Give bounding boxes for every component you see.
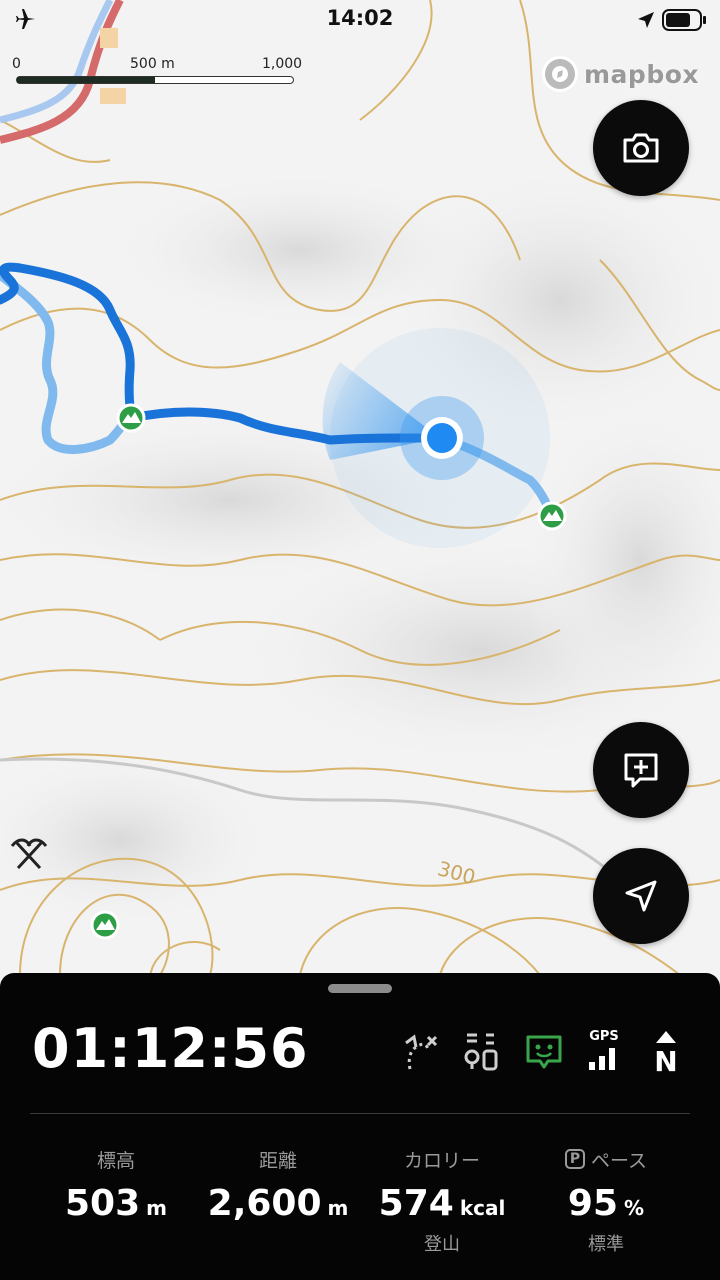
mapbox-wordmark: mapbox xyxy=(584,59,700,89)
scale-label-zero: 0 xyxy=(12,56,21,72)
navigate-arrow-icon xyxy=(625,880,657,912)
stat-unit: m xyxy=(327,1196,349,1220)
stat-calories: カロリー 574 kcal 登山 xyxy=(352,1145,532,1256)
scale-bar-track xyxy=(16,76,294,84)
stat-label: 標高 xyxy=(96,1149,135,1172)
mapbox-logo-icon xyxy=(542,56,578,92)
gps-signal-icon[interactable]: GPS xyxy=(586,1029,626,1075)
stat-value: 2,600 xyxy=(207,1183,322,1224)
activity-panel[interactable]: 01:12:56 GPS N 標高 503 m 距離 2,600 m カロリー 57… xyxy=(0,973,720,1280)
gps-label: GPS xyxy=(589,1029,619,1044)
status-time: 14:02 xyxy=(326,6,394,30)
stat-unit: % xyxy=(624,1196,645,1220)
battery-icon xyxy=(662,9,706,31)
building xyxy=(100,88,126,104)
companion-icon[interactable] xyxy=(524,1029,564,1075)
peak-marker[interactable] xyxy=(537,501,567,531)
stat-value: 503 xyxy=(65,1183,141,1224)
status-bar: 14:02 xyxy=(0,0,720,40)
stat-value: 95 xyxy=(567,1183,619,1224)
peak-marker[interactable] xyxy=(90,910,120,940)
camera-button[interactable] xyxy=(593,100,689,196)
stat-sub: 登山 xyxy=(424,1234,460,1255)
stat-label: カロリー xyxy=(403,1149,480,1172)
pace-badge-icon: P xyxy=(564,1149,585,1169)
location-arrow-icon xyxy=(638,12,654,28)
current-location-marker xyxy=(400,396,484,480)
stat-unit: kcal xyxy=(459,1196,506,1220)
stat-label: 距離 xyxy=(258,1149,297,1172)
route-off-icon[interactable] xyxy=(402,1029,442,1075)
panel-divider xyxy=(30,1113,690,1114)
elapsed-time: 01:12:56 xyxy=(32,1017,309,1080)
add-memo-icon xyxy=(624,753,658,788)
north-label: N xyxy=(654,1045,678,1078)
stat-value: 574 xyxy=(378,1183,454,1224)
mapbox-attribution[interactable]: mapbox xyxy=(542,54,699,94)
navigate-button[interactable] xyxy=(593,848,689,944)
scale-bar: 0 500 m 1,000 m xyxy=(12,56,302,88)
stat-label: ペース xyxy=(590,1149,648,1172)
stat-distance: 距離 2,600 m xyxy=(188,1145,368,1225)
stat-sub: 標準 xyxy=(588,1234,624,1255)
stat-elevation: 標高 503 m xyxy=(26,1145,206,1225)
stat-pace[interactable]: P ペース 95% 標準 xyxy=(516,1145,696,1256)
scale-bar-fill xyxy=(17,77,155,83)
scale-label-mid: 500 m xyxy=(130,56,175,72)
camera-icon xyxy=(623,133,659,163)
add-memo-button[interactable] xyxy=(593,722,689,818)
waypoint-list-icon[interactable] xyxy=(462,1029,502,1075)
peak-marker[interactable] xyxy=(116,403,146,433)
drag-handle[interactable] xyxy=(328,984,392,993)
stat-unit: m xyxy=(146,1196,167,1220)
north-up-icon[interactable]: N xyxy=(650,1029,682,1078)
